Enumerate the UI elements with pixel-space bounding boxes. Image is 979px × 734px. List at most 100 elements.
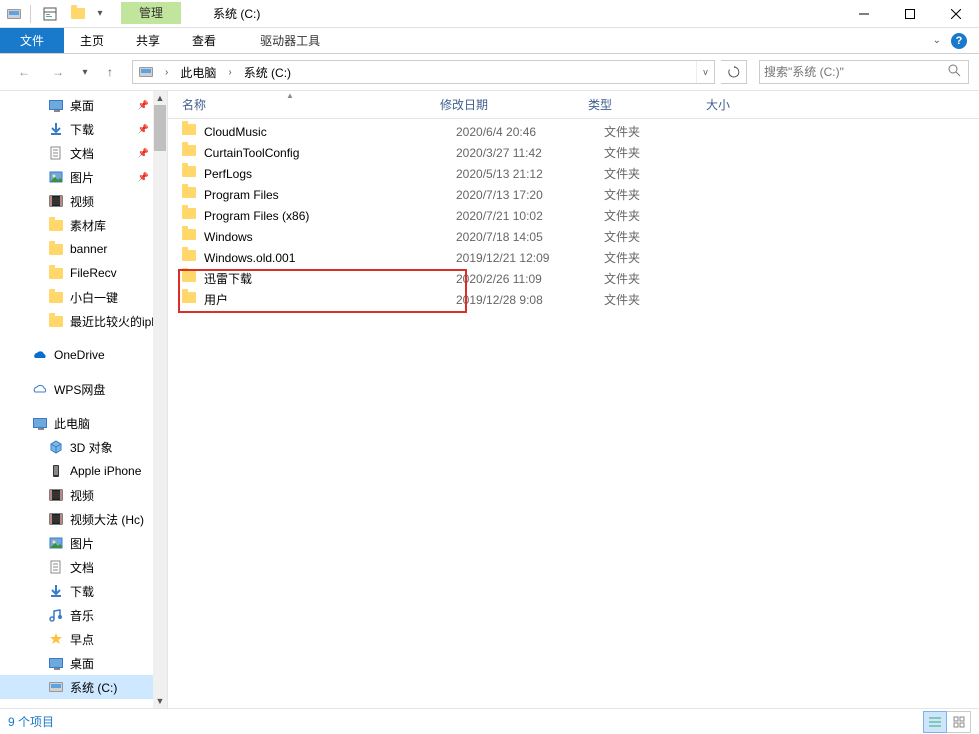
refresh-button[interactable] — [721, 60, 747, 84]
tree-label: 文档 — [70, 145, 94, 162]
qat-folder-icon[interactable] — [67, 3, 89, 25]
breadcrumb-thispc[interactable]: 此电脑 — [176, 61, 220, 83]
address-bar[interactable]: › 此电脑 › 系统 (C:) v — [132, 60, 715, 84]
maximize-button[interactable] — [887, 0, 933, 28]
tree-item[interactable]: OneDrive — [0, 343, 167, 367]
file-name: 用户 — [204, 291, 456, 308]
folder-icon — [48, 289, 64, 305]
file-row[interactable]: Windows2020/7/18 14:05文件夹 — [168, 226, 979, 247]
file-row[interactable]: Windows.old.0012019/12/21 12:09文件夹 — [168, 247, 979, 268]
file-modified: 2020/7/21 10:02 — [456, 209, 604, 223]
file-row[interactable]: CloudMusic2020/6/4 20:46文件夹 — [168, 121, 979, 142]
contextual-tab-label: 管理 — [121, 2, 181, 24]
tree-item[interactable]: 下载📌 — [0, 117, 167, 141]
file-row[interactable]: CurtainToolConfig2020/3/27 11:42文件夹 — [168, 142, 979, 163]
file-type: 文件夹 — [604, 249, 722, 266]
tree-item[interactable]: 下载 — [0, 579, 167, 603]
wps-icon — [32, 381, 48, 397]
file-row[interactable]: 迅雷下载2020/2/26 11:09文件夹 — [168, 268, 979, 289]
address-dropdown[interactable]: v — [696, 61, 714, 83]
minimize-button[interactable] — [841, 0, 887, 28]
pin-icon: 📌 — [138, 124, 149, 135]
tree-item[interactable]: 图片📌 — [0, 165, 167, 189]
file-row[interactable]: PerfLogs2020/5/13 21:12文件夹 — [168, 163, 979, 184]
search-icon[interactable] — [948, 64, 964, 80]
help-icon[interactable]: ? — [951, 33, 967, 49]
search-input[interactable] — [764, 65, 948, 79]
tree-label: 桌面 — [70, 655, 94, 672]
breadcrumb-sep[interactable]: › — [220, 61, 239, 83]
tree-item[interactable]: 音乐 — [0, 603, 167, 627]
column-name[interactable]: 名称 — [182, 96, 440, 113]
tree-item[interactable]: 最近比较火的ipl — [0, 309, 167, 333]
folder-icon — [48, 265, 64, 281]
tree-item[interactable]: 此电脑 — [0, 411, 167, 435]
nav-forward-button[interactable]: → — [44, 58, 72, 86]
tab-share[interactable]: 共享 — [120, 28, 176, 53]
tree-label: 音乐 — [70, 607, 94, 624]
column-size[interactable]: 大小 — [706, 96, 979, 113]
folder-icon — [182, 166, 198, 182]
nav-back-button[interactable]: ← — [10, 58, 38, 86]
file-name: Windows.old.001 — [204, 251, 456, 265]
tree-item[interactable]: Apple iPhone — [0, 459, 167, 483]
tree-label: 小白一键 — [70, 289, 118, 306]
tree-item[interactable]: WPS网盘 — [0, 377, 167, 401]
file-modified: 2020/2/26 11:09 — [456, 272, 604, 286]
tab-home[interactable]: 主页 — [64, 28, 120, 53]
tree-label: banner — [70, 242, 107, 256]
tree-item[interactable]: 文档 — [0, 555, 167, 579]
file-row[interactable]: Program Files (x86)2020/7/21 10:02文件夹 — [168, 205, 979, 226]
breadcrumb-current[interactable]: 系统 (C:) — [240, 61, 295, 83]
column-type[interactable]: 类型 — [588, 96, 706, 113]
nav-history-dropdown[interactable]: ▾ — [78, 58, 92, 86]
document-icon — [48, 559, 64, 575]
tree-item[interactable]: 3D 对象 — [0, 435, 167, 459]
close-button[interactable] — [933, 0, 979, 28]
tab-view[interactable]: 查看 — [176, 28, 232, 53]
navpane-scrollbar[interactable]: ▲ ▼ — [153, 91, 167, 708]
file-modified: 2020/3/27 11:42 — [456, 146, 604, 160]
pictures-icon — [48, 535, 64, 551]
tree-item[interactable]: 素材库 — [0, 213, 167, 237]
folder-icon — [182, 229, 198, 245]
tab-file[interactable]: 文件 — [0, 28, 64, 53]
ribbon-collapse-icon[interactable]: ⌄ — [933, 35, 941, 46]
view-details-button[interactable] — [923, 711, 947, 733]
tree-item[interactable]: 视频 — [0, 189, 167, 213]
qat-customize[interactable]: ▾ — [95, 3, 105, 25]
file-name: PerfLogs — [204, 167, 456, 181]
tree-item[interactable]: 小白一键 — [0, 285, 167, 309]
tree-item[interactable]: FileRecv — [0, 261, 167, 285]
qat-properties[interactable] — [39, 3, 61, 25]
tree-item[interactable]: banner — [0, 237, 167, 261]
column-modified[interactable]: 修改日期 — [440, 96, 588, 113]
onedrive-icon — [32, 347, 48, 363]
tree-label: 桌面 — [70, 97, 94, 114]
tab-drive-tools[interactable]: 驱动器工具 — [244, 28, 336, 53]
tree-item[interactable]: 系统 (C:) — [0, 675, 167, 699]
tree-item[interactable]: 文档📌 — [0, 141, 167, 165]
scroll-up-icon[interactable]: ▲ — [153, 91, 167, 105]
tree-label: WPS网盘 — [54, 381, 105, 398]
tree-item[interactable]: 桌面 — [0, 651, 167, 675]
tree-item[interactable]: 视频 — [0, 483, 167, 507]
scroll-down-icon[interactable]: ▼ — [153, 694, 167, 708]
content-area: 桌面📌下载📌文档📌图片📌视频素材库bannerFileRecv小白一键最近比较火… — [0, 90, 979, 708]
tree-item[interactable]: 视频大法 (Hc) — [0, 507, 167, 531]
nav-up-button[interactable]: ↑ — [98, 58, 122, 86]
file-row[interactable]: 用户2019/12/28 9:08文件夹 — [168, 289, 979, 310]
view-large-icons-button[interactable] — [947, 711, 971, 733]
file-type: 文件夹 — [604, 291, 722, 308]
tree-item[interactable]: 图片 — [0, 531, 167, 555]
file-type: 文件夹 — [604, 123, 722, 140]
file-name: CloudMusic — [204, 125, 456, 139]
search-box[interactable] — [759, 60, 969, 84]
drive-icon — [48, 679, 64, 695]
tree-item[interactable]: 桌面📌 — [0, 93, 167, 117]
tree-item[interactable]: 早点 — [0, 627, 167, 651]
tree-label: 文档 — [70, 559, 94, 576]
file-row[interactable]: Program Files2020/7/13 17:20文件夹 — [168, 184, 979, 205]
breadcrumb-root-sep[interactable]: › — [157, 61, 176, 83]
scroll-thumb[interactable] — [154, 105, 166, 151]
